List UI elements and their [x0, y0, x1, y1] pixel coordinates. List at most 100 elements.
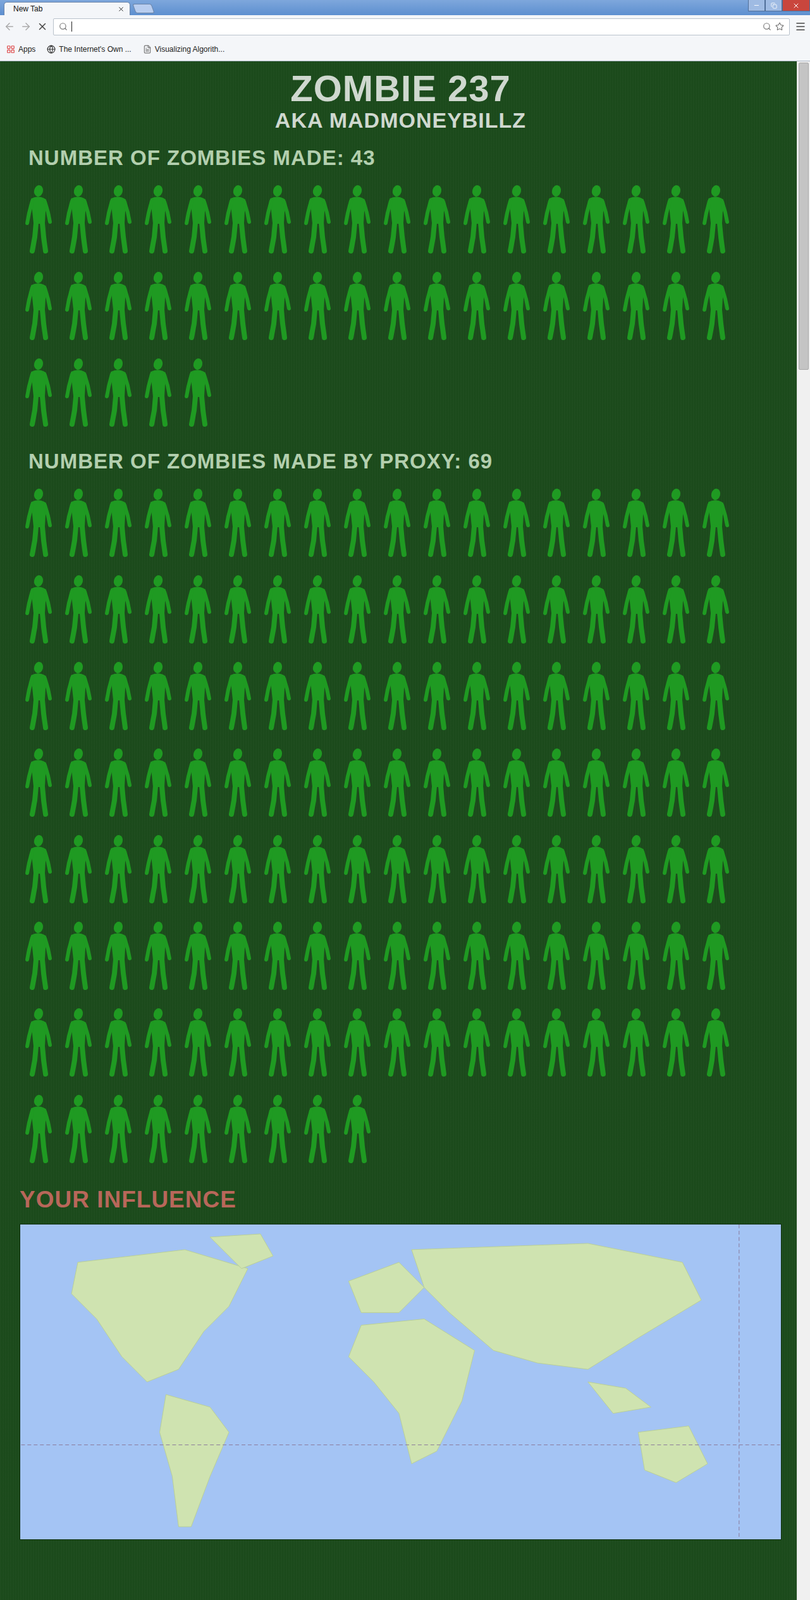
zombie-icon: [421, 184, 454, 254]
star-icon[interactable]: [775, 22, 785, 31]
zombie-icon: [381, 184, 414, 254]
zombie-icon: [461, 574, 494, 644]
zombie-icon: [63, 747, 95, 817]
zombie-icon: [342, 660, 374, 731]
zombie-icon: [461, 660, 494, 731]
zombie-icon: [381, 1007, 414, 1077]
zombie-icon: [620, 270, 653, 341]
zombie-icon: [302, 1007, 334, 1077]
bookmark[interactable]: The Internet's Own ...: [46, 44, 131, 54]
zombie-icon: [302, 920, 334, 991]
zombie-icon: [23, 1093, 56, 1164]
zombie-icon: [581, 184, 613, 254]
zombie-icon: [302, 574, 334, 644]
zombie-icon: [541, 270, 573, 341]
influence-map[interactable]: [19, 1224, 782, 1541]
zombie-grid: [23, 184, 782, 427]
zombie-icon: [63, 270, 95, 341]
zombie-icon: [381, 747, 414, 817]
zombie-icon: [421, 1007, 454, 1077]
forward-icon[interactable]: [20, 20, 32, 33]
new-tab-button[interactable]: [132, 3, 155, 14]
zombie-icon: [541, 184, 573, 254]
address-text[interactable]: [71, 21, 759, 32]
close-icon[interactable]: [117, 5, 125, 13]
zombie-icon: [23, 834, 56, 904]
zombie-icon: [660, 270, 693, 341]
menu-icon[interactable]: [794, 20, 807, 33]
zombie-icon: [222, 660, 255, 731]
zombie-icon: [501, 487, 534, 558]
zombie-icon: [222, 270, 255, 341]
zombie-icon: [342, 920, 374, 991]
zombie-icon: [581, 660, 613, 731]
zombie-icon: [103, 270, 135, 341]
zombie-icon: [421, 574, 454, 644]
page-content: ZOMBIE 237AKA MADMONEYBILLZNUMBER OF ZOM…: [0, 61, 797, 1600]
zombie-icon: [262, 660, 295, 731]
back-icon[interactable]: [3, 20, 16, 33]
minimize-button[interactable]: [748, 0, 766, 12]
zombie-icon: [660, 487, 693, 558]
zombie-grid: [23, 487, 782, 1164]
zombie-icon: [700, 920, 733, 991]
bookmark[interactable]: Apps: [6, 44, 36, 54]
zombie-icon: [23, 920, 56, 991]
restore-button[interactable]: [765, 0, 783, 12]
zombie-icon: [63, 357, 95, 427]
zombie-icon: [581, 920, 613, 991]
restore-icon: [770, 2, 778, 9]
zombie-icon: [620, 834, 653, 904]
zombie-icon: [461, 270, 494, 341]
zombie-icon: [302, 660, 334, 731]
zombie-icon: [501, 574, 534, 644]
address-field[interactable]: [53, 18, 790, 36]
address-row: [0, 15, 810, 38]
close-icon: [792, 1, 800, 10]
zombie-icon: [302, 487, 334, 558]
zombie-icon: [421, 834, 454, 904]
stop-icon[interactable]: [36, 20, 49, 33]
zombie-icon: [541, 660, 573, 731]
zombie-icon: [262, 1093, 295, 1164]
zombie-icon: [222, 1007, 255, 1077]
zombie-icon: [501, 920, 534, 991]
zombie-icon: [142, 660, 175, 731]
browser-window: New Tab Apps The Internet's Own ... Visuali…: [0, 0, 810, 1600]
zombie-icon: [63, 660, 95, 731]
scrollbar[interactable]: [796, 61, 810, 1600]
world-map[interactable]: [20, 1224, 781, 1540]
zombie-icon: [381, 574, 414, 644]
zombie-icon: [700, 747, 733, 817]
zombie-icon: [700, 270, 733, 341]
zombie-icon: [581, 574, 613, 644]
close-window-button[interactable]: [782, 0, 810, 12]
scrollbar-thumb[interactable]: [798, 62, 809, 370]
search-icon: [58, 22, 68, 31]
zombie-icon: [182, 660, 215, 731]
zombie-icon: [142, 747, 175, 817]
zoom-icon[interactable]: [762, 22, 772, 31]
zombie-icon: [63, 1007, 95, 1077]
group-heading: NUMBER OF ZOMBIES MADE: 43: [28, 146, 782, 171]
zombie-icon: [103, 920, 135, 991]
zombie-icon: [541, 747, 573, 817]
bookmark[interactable]: Visualizing Algorith...: [142, 44, 226, 54]
browser-tab[interactable]: New Tab: [3, 1, 131, 16]
zombie-icon: [620, 574, 653, 644]
zombie-icon: [302, 1093, 334, 1164]
apps-icon: [6, 44, 16, 54]
tab-bar: New Tab: [0, 0, 810, 16]
zombie-icon: [620, 747, 653, 817]
zombie-icon: [700, 834, 733, 904]
zombie-icon: [660, 184, 693, 254]
zombie-icon: [222, 834, 255, 904]
zombie-icon: [620, 487, 653, 558]
page-icon: [46, 44, 56, 54]
zombie-icon: [700, 487, 733, 558]
zombie-icon: [182, 747, 215, 817]
zombie-icon: [461, 184, 494, 254]
zombie-icon: [142, 357, 175, 427]
zombie-icon: [581, 747, 613, 817]
zombie-icon: [262, 1007, 295, 1077]
